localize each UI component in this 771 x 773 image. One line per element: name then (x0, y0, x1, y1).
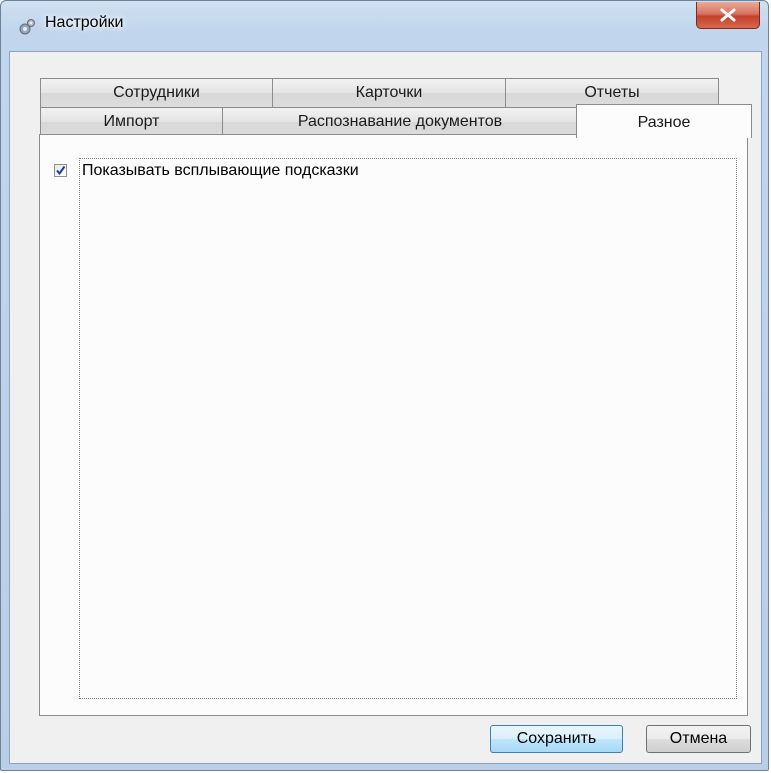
tab-document-recognition[interactable]: Распознавание документов (222, 107, 578, 136)
tab-cards[interactable]: Карточки (272, 78, 506, 107)
window-title: Настройки (45, 14, 124, 31)
title-bar[interactable]: Настройки (1, 1, 768, 51)
checkmark-icon (56, 165, 66, 176)
tab-employees[interactable]: Сотрудники (40, 78, 273, 107)
gear-icon (19, 19, 35, 35)
show-tooltips-label: Показывать всплывающие подсказки (82, 162, 359, 179)
tab-misc[interactable]: Разное (576, 104, 752, 138)
cancel-button[interactable]: Отмена (646, 725, 751, 753)
dialog-body: Сотрудники Карточки Отчеты Импорт Распоз… (9, 51, 762, 764)
tab-import[interactable]: Импорт (40, 107, 223, 136)
show-tooltips-checkbox[interactable] (54, 164, 67, 177)
tab-reports[interactable]: Отчеты (505, 78, 719, 107)
settings-window: Настройки Сотрудники Карточки Отчеты Имп… (0, 0, 769, 771)
close-button[interactable] (696, 2, 760, 29)
save-button[interactable]: Сохранить (490, 725, 623, 753)
tab-panel-misc (39, 134, 748, 716)
close-icon (720, 8, 736, 22)
content-area (79, 158, 737, 699)
